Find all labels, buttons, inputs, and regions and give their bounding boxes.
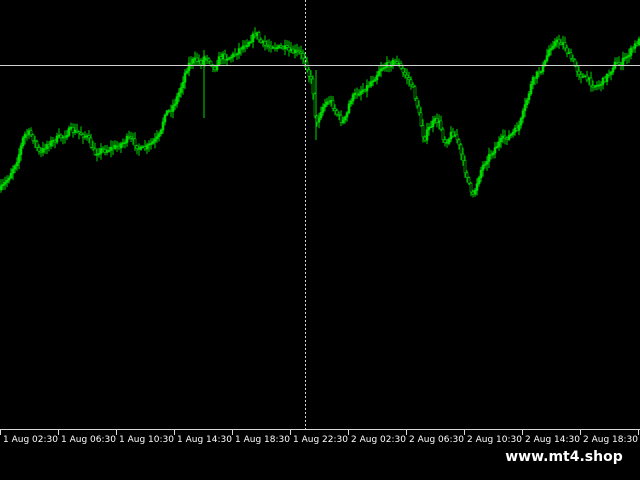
x-tick-label: 1 Aug 22:30 xyxy=(293,435,348,445)
x-tick-label: 2 Aug 14:30 xyxy=(525,435,580,445)
time-axis: 1 Aug 02:30 1 Aug 06:30 1 Aug 10:30 1 Aug 1… xyxy=(0,430,639,445)
x-tick-label: 1 Aug 06:30 xyxy=(61,435,116,445)
x-tick-label: 1 Aug 02:30 xyxy=(3,435,58,445)
x-tick-label: 1 Aug 18:30 xyxy=(235,435,290,445)
chart-window[interactable]: 1 Aug 02:30 1 Aug 06:30 1 Aug 10:30 1 Aug 1… xyxy=(0,0,640,480)
x-tick-label: 2 Aug 10:30 xyxy=(467,435,522,445)
watermark-label: www.mt4.shop xyxy=(496,445,632,469)
x-tick-label: 2 Aug 06:30 xyxy=(409,435,464,445)
x-tick-label: 1 Aug 10:30 xyxy=(119,435,174,445)
x-tick-label: 2 Aug 02:30 xyxy=(351,435,406,445)
x-tick-label: 2 Aug 18:30 xyxy=(583,435,638,445)
x-tick-label: 1 Aug 14:30 xyxy=(177,435,232,445)
